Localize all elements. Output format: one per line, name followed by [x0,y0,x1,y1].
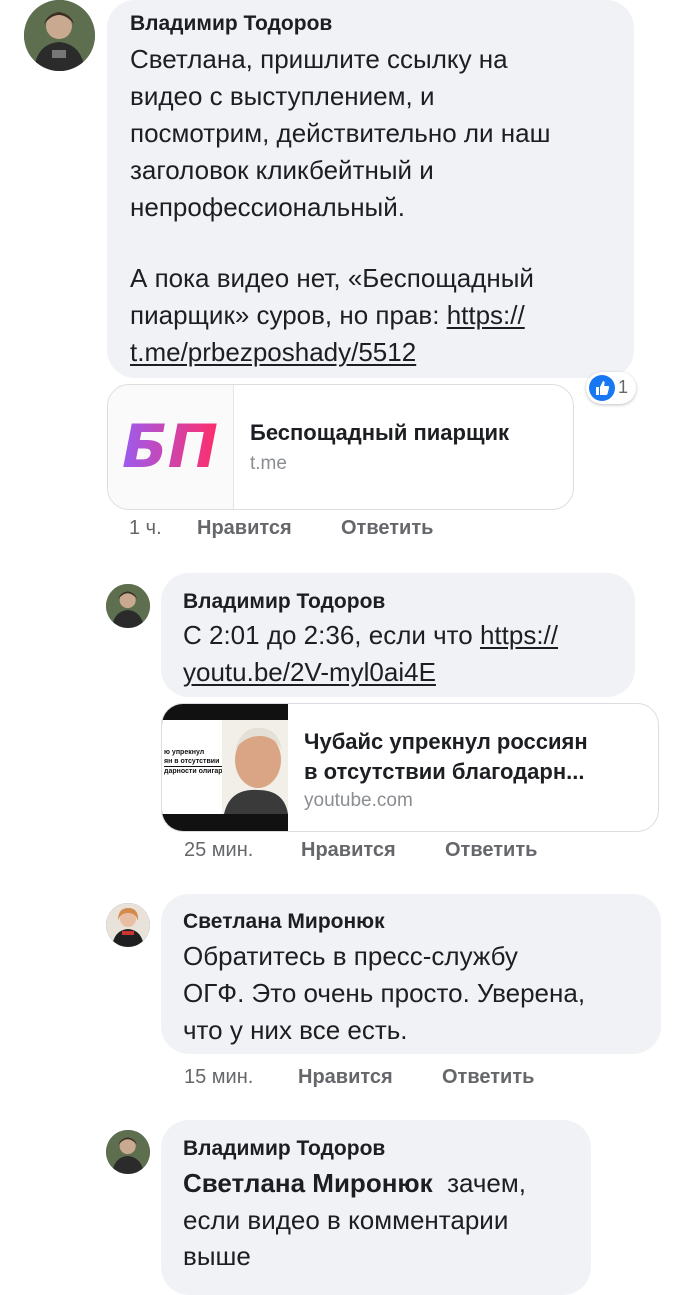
reply-button[interactable]: Ответить [445,839,537,862]
svg-text:БП: БП [122,412,218,482]
avatar[interactable] [106,1130,150,1174]
avatar[interactable] [106,584,150,628]
like-button[interactable]: Нравится [301,839,396,862]
comment-link[interactable]: https:// [447,300,525,330]
comment-text-line: пиарщик» суров, но прав: https:// [130,300,525,331]
reply-button[interactable]: Ответить [442,1066,534,1089]
comment-text-fragment: С 2:01 до 2:36, если что [183,620,480,650]
comment-time[interactable]: 15 мин. [184,1066,253,1089]
comment-author[interactable]: Владимир Тодоров [183,1137,385,1161]
like-reaction-icon [589,375,615,401]
comment-link[interactable]: youtu.be/2V-myl0ai4E [183,657,436,688]
comment-time[interactable]: 25 мин. [184,839,253,862]
person-photo-icon [222,720,288,814]
like-button[interactable]: Нравится [298,1066,393,1089]
comment-text-line: А пока видео нет, «Беспощадный [130,263,534,293]
reaction-count: 1 [618,377,629,397]
avatar-photo-icon [106,1130,150,1174]
comment-text-line: ОГФ. Это очень просто. Уверена, [183,978,586,1008]
video-thumbnail: ю упрекнул ян в отсутствии дарности олиг… [162,704,288,831]
card-title: в отсутствии благодарн... [304,759,585,784]
card-domain: youtube.com [304,790,413,811]
avatar-photo-icon [106,903,150,947]
comment-text-line: заголовок кликбейтный и [130,155,434,185]
card-title: Беспощадный пиарщик [250,420,510,445]
comment-time[interactable]: 1 ч. [129,517,162,540]
link-preview-card[interactable]: БП Беспощадный пиарщик t.me [107,384,574,510]
avatar-photo-icon [106,584,150,628]
reply-button[interactable]: Ответить [341,517,433,540]
card-domain: t.me [250,453,287,474]
avatar[interactable] [106,903,150,947]
card-logo: БП [108,385,234,509]
link-preview-card[interactable]: ю упрекнул ян в отсутствии дарности олиг… [161,703,659,832]
comment-text-line: Светлана Миронюк зачем, [183,1168,526,1199]
comment-text-fragment: пиарщик» суров, но прав: [130,300,447,330]
comment-text-line: Обратитесь в пресс-службу [183,941,518,971]
comment-link[interactable]: t.me/prbezposhady/5512 [130,337,416,368]
comment-text-line: посмотрим, действительно ли наш [130,118,551,148]
comment-text-line: что у них все есть. [183,1015,408,1045]
comment-text-line: Светлана, пришлите ссылку на [130,44,508,74]
comment-text-line: видео с выступлением, и [130,81,435,111]
reaction-badge[interactable]: 1 [586,372,636,404]
avatar-photo-icon [24,0,95,71]
comment-author[interactable]: Владимир Тодоров [183,590,385,614]
comment-text-line: С 2:01 до 2:36, если что https:// [183,620,558,651]
comment-text-line: если видео в комментарии [183,1205,509,1235]
card-title: Чубайс упрекнул россиян [304,729,588,754]
comment-author[interactable]: Владимир Тодоров [130,12,332,36]
mention-link[interactable]: Светлана Миронюк [183,1168,433,1198]
comment-text-fragment: зачем, [447,1168,526,1198]
avatar[interactable] [24,0,95,71]
like-button[interactable]: Нравится [197,517,292,540]
comment-link[interactable]: https:// [480,620,558,650]
bp-logo-icon: БП [122,412,218,482]
comment-text-line: непрофессиональный. [130,192,405,222]
comment-author[interactable]: Светлана Миронюк [183,910,385,934]
comment-text-line: выше [183,1241,251,1271]
